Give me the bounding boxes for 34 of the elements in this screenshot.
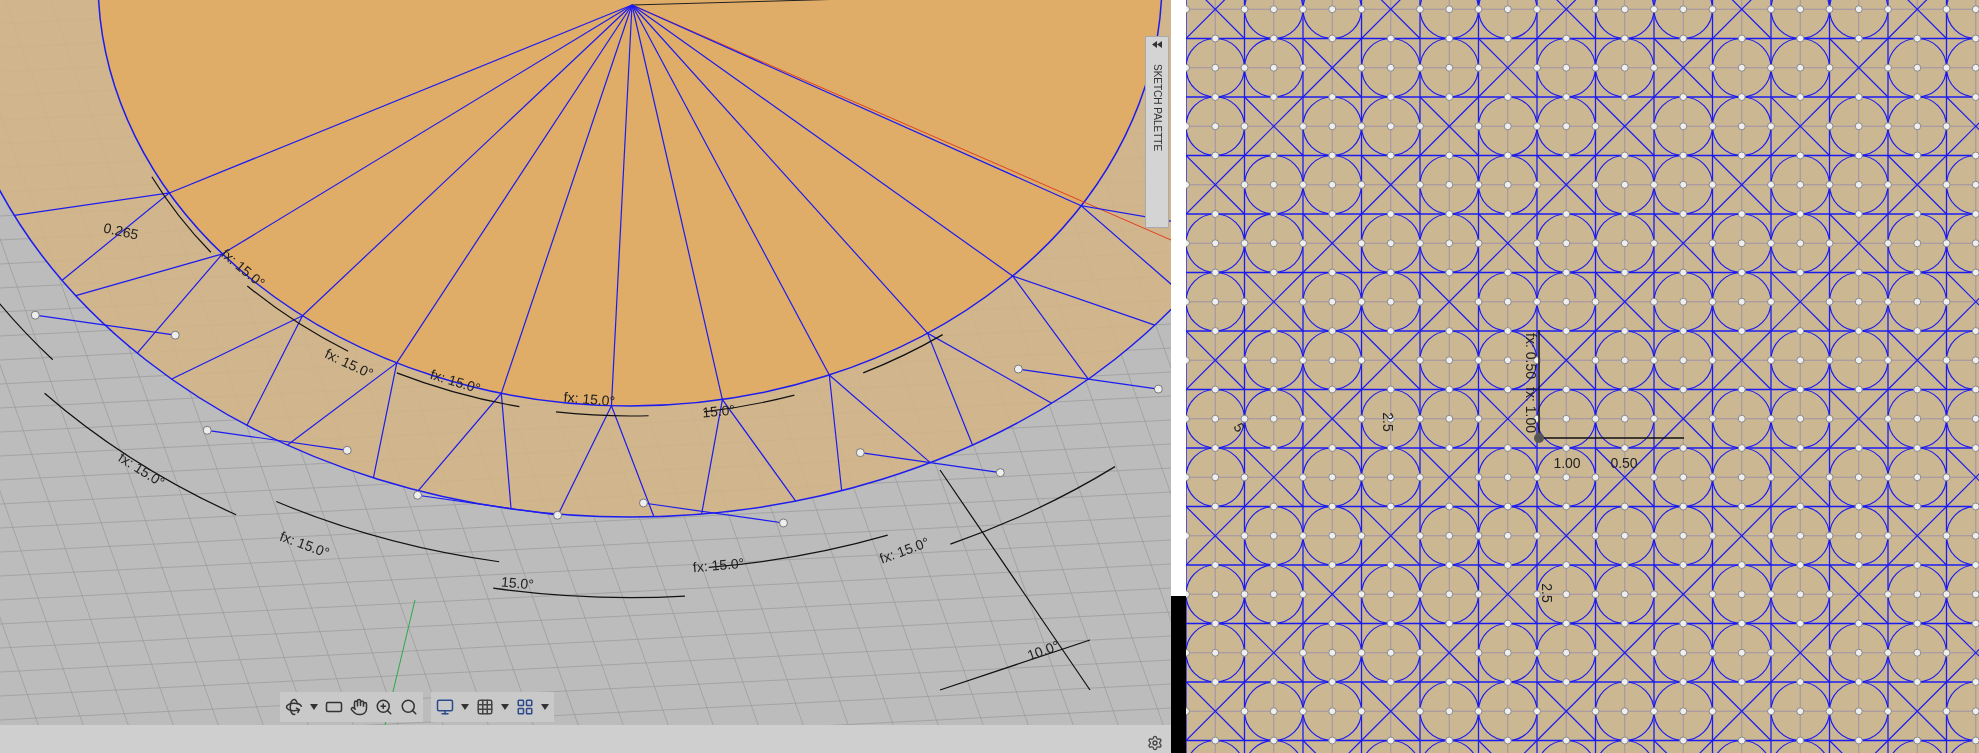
dimension-label: fx: 15.0°	[218, 245, 269, 291]
dimension-label: 15.0°	[500, 573, 535, 593]
palette-title: SKETCH PALETTE	[1152, 64, 1162, 152]
grid-icon[interactable]	[476, 698, 494, 716]
dimension-label: 15.0°	[701, 401, 736, 421]
dimension-label: fx: 15.0°	[877, 533, 932, 567]
caret-icon[interactable]	[461, 704, 469, 710]
caret-icon[interactable]	[310, 704, 318, 710]
orbit-icon[interactable]	[285, 698, 303, 716]
dimension-label: fx: 15.0°	[692, 554, 745, 576]
viewports-icon[interactable]	[516, 698, 534, 716]
fit-icon[interactable]	[400, 698, 418, 716]
collapse-icon[interactable]	[1152, 41, 1162, 48]
dimension-label: 0.50	[1610, 455, 1638, 471]
dimension-label: fx: 15.0°	[322, 345, 376, 382]
sketch-palette-tab[interactable]: SKETCH PALETTE	[1145, 36, 1169, 228]
dimension-label: 5	[1230, 420, 1249, 435]
dimension-label: 0.265	[102, 219, 140, 243]
zoom-icon[interactable]	[375, 698, 393, 716]
dimension-label: 10.0°	[1025, 637, 1062, 664]
dimension-label: fx: 15.0°	[115, 449, 168, 491]
pan-hand-icon[interactable]	[350, 698, 368, 716]
caret-icon[interactable]	[501, 704, 509, 710]
dimension-label: fx: 15.0°	[277, 527, 332, 561]
display-icon[interactable]	[436, 698, 454, 716]
dimension-label: fx: 1.00	[1523, 387, 1539, 433]
dimension-label: fx: 15.0°	[428, 366, 483, 397]
dimension-label: 2.5	[1380, 412, 1396, 432]
dimension-label: 2.5	[1539, 583, 1555, 603]
caret-icon[interactable]	[541, 704, 549, 710]
dimension-label: 1.00	[1553, 455, 1581, 471]
settings-icon[interactable]	[1147, 735, 1163, 751]
dimension-label: fx: 15.0°	[563, 388, 616, 410]
dimension-label: fx: 0.50	[1523, 333, 1539, 379]
